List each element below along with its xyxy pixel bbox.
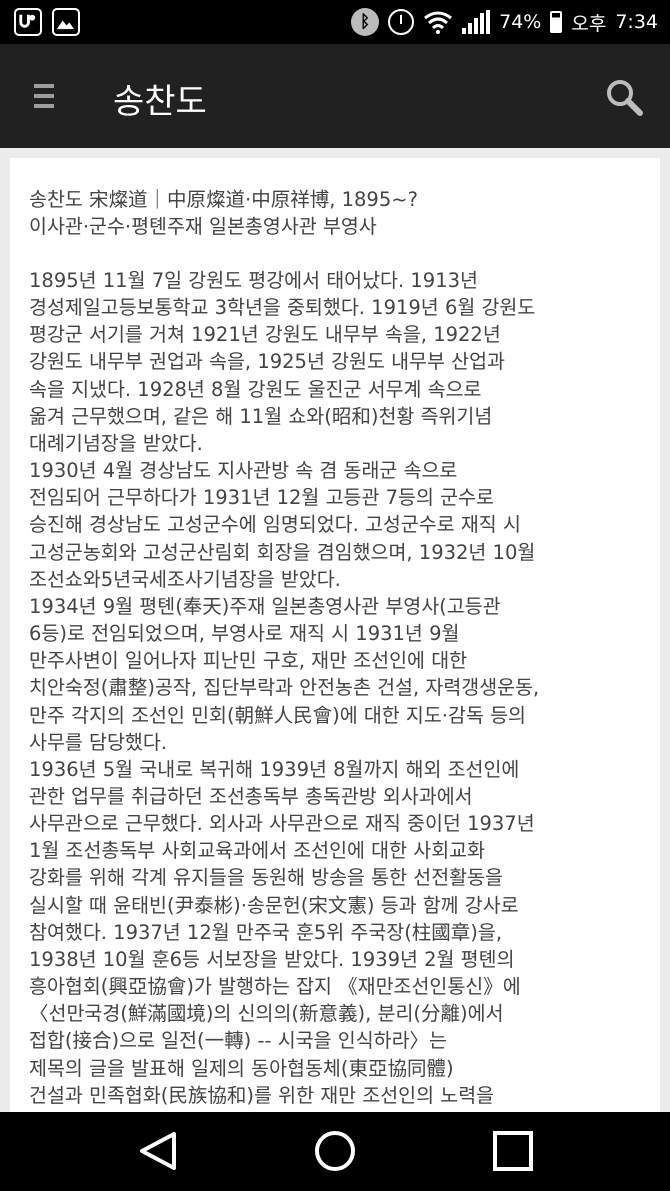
bio-line: 만주 각지의 조선인 민회(朝鮮人民會)에 대한 지도·감독 등의 [29,703,526,727]
bio-line: 승진해 경상남도 고성군수에 임명되었다. 고성군수로 재직 시 [29,513,521,537]
content-area[interactable]: 송찬도 宋燦道｜中原燦道·中原祥博, 1895~? 이사관·군수·평톈주재 일본… [0,148,670,1118]
battery-percent: 74% [499,11,542,33]
status-bar: ᛒ 74% 오후 7:34 [0,0,670,44]
bio-line: 참여했다. 1937년 12월 만주국 훈5위 주국장(柱國章)을, [29,920,503,944]
ampm-label: 오후 [571,12,607,35]
bio-line: 〈선만국경(鮮滿國境)의 신의의(新意義), 분리(分離)에서 [29,1002,504,1026]
bio-line: 6등)로 전임되었으며, 부영사로 재직 시 1931년 9월 [29,622,460,646]
bio-line: 옮겨 근무했으며, 같은 해 11월 쇼와(昭和)천황 즉위기념 [29,404,493,428]
entry-card: 송찬도 宋燦道｜中原燦道·中原祥博, 1895~? 이사관·군수·평톈주재 일본… [10,158,660,1118]
entry-name-line: 송찬도 宋燦道｜中原燦道·中原祥博, 1895~? [29,188,418,211]
entry-headline: 송찬도 宋燦道｜中原燦道·中原祥博, 1895~? 이사관·군수·평톈주재 일본… [29,186,642,240]
bio-line: 강화를 위해 각계 유지들을 동원해 방송을 통한 선전활동을 [29,866,503,890]
bio-line: 1934년 9월 평톈(奉天)주재 일본총영사관 부영사(고등관 [29,594,501,618]
bio-line: 평강군 서기를 거쳐 1921년 강원도 내무부 속을, 1922년 [29,323,501,347]
bio-line: 만주사변이 일어나자 피난민 구호, 재만 조선인에 대한 [29,649,468,673]
signal-icon [462,10,491,34]
image-notification-icon [52,8,80,36]
menu-icon[interactable] [34,84,56,110]
bio-line: 속을 지냈다. 1928년 8월 강원도 울진군 서무계 속으로 [29,377,482,401]
page-title: 송찬도 [113,82,207,122]
search-icon[interactable] [604,77,644,117]
bio-line: 건설과 민족협화(民族協和)를 위한 재만 조선인의 노력을 [29,1083,495,1107]
entry-biography: 1895년 11월 7일 강원도 평강에서 태어났다. 1913년경성제일고등보… [29,267,642,1109]
bio-line: 접합(接合)으로 일전(一轉) -- 시국을 인식하라〉는 [29,1029,447,1053]
bio-line: 대례기념장을 받았다. [29,431,203,455]
bio-line: 강원도 내무부 권업과 속을, 1925년 강원도 내무부 산업과 [29,350,505,374]
bio-line: 관한 업무를 취급하던 조선총독부 총독관방 외사과에서 [29,784,473,808]
app-notification-icon [14,8,42,36]
battery-icon [550,11,563,33]
clock: 7:34 [615,11,658,33]
bio-line: 치안숙정(肅整)공작, 집단부락과 안전농촌 건설, 자력갱생운동, [29,676,540,700]
bio-line: 제목의 글을 발표해 일제의 동아협동체(東亞協同體) [29,1056,454,1080]
bio-line: 경성제일고등보통학교 3학년을 중퇴했다. 1919년 6월 강원도 [29,296,536,320]
bio-line: 1월 조선총독부 사회교육과에서 조선인에 대한 사회교화 [29,839,486,863]
bio-line: 전임되어 근무하다가 1931년 12월 고등관 7등의 군수로 [29,486,494,510]
back-icon[interactable] [134,1126,184,1176]
app-bar: 송찬도 [0,44,670,148]
bio-line: 실시할 때 윤태빈(尹泰彬)·송문헌(宋文憲) 등과 함께 강사로 [29,893,519,917]
home-icon[interactable] [310,1126,360,1176]
bluetooth-icon: ᛒ [351,8,380,36]
bio-line: 고성군농회와 고성군산림회 회장을 겸임했으며, 1932년 10월 [29,540,536,564]
bio-line: 조선쇼와5년국세조사기념장을 받았다. [29,567,341,591]
bio-line: 사무를 담당했다. [29,730,167,754]
navigation-bar [0,1112,670,1191]
alarm-icon [388,9,415,35]
bio-line: 1930년 4월 경상남도 지사관방 속 겸 동래군 속으로 [29,459,458,483]
bio-line: 1938년 10월 훈6등 서보장을 받았다. 1939년 2월 평톈의 [29,947,515,971]
entry-positions-line: 이사관·군수·평톈주재 일본총영사관 부영사 [29,215,377,238]
wifi-icon [424,11,453,34]
bio-line: 흥아협회(興亞協會)가 발행하는 잡지 《재만조선인통신》에 [29,975,521,999]
bio-line: 1936년 5월 국내로 복귀해 1939년 8월까지 해외 조선인에 [29,757,520,781]
recents-icon[interactable] [488,1126,538,1176]
bio-line: 사무관으로 근무했다. 외사과 사무관으로 재직 중이던 1937년 [29,812,535,836]
bio-line: 1895년 11월 7일 강원도 평강에서 태어났다. 1913년 [29,269,478,292]
